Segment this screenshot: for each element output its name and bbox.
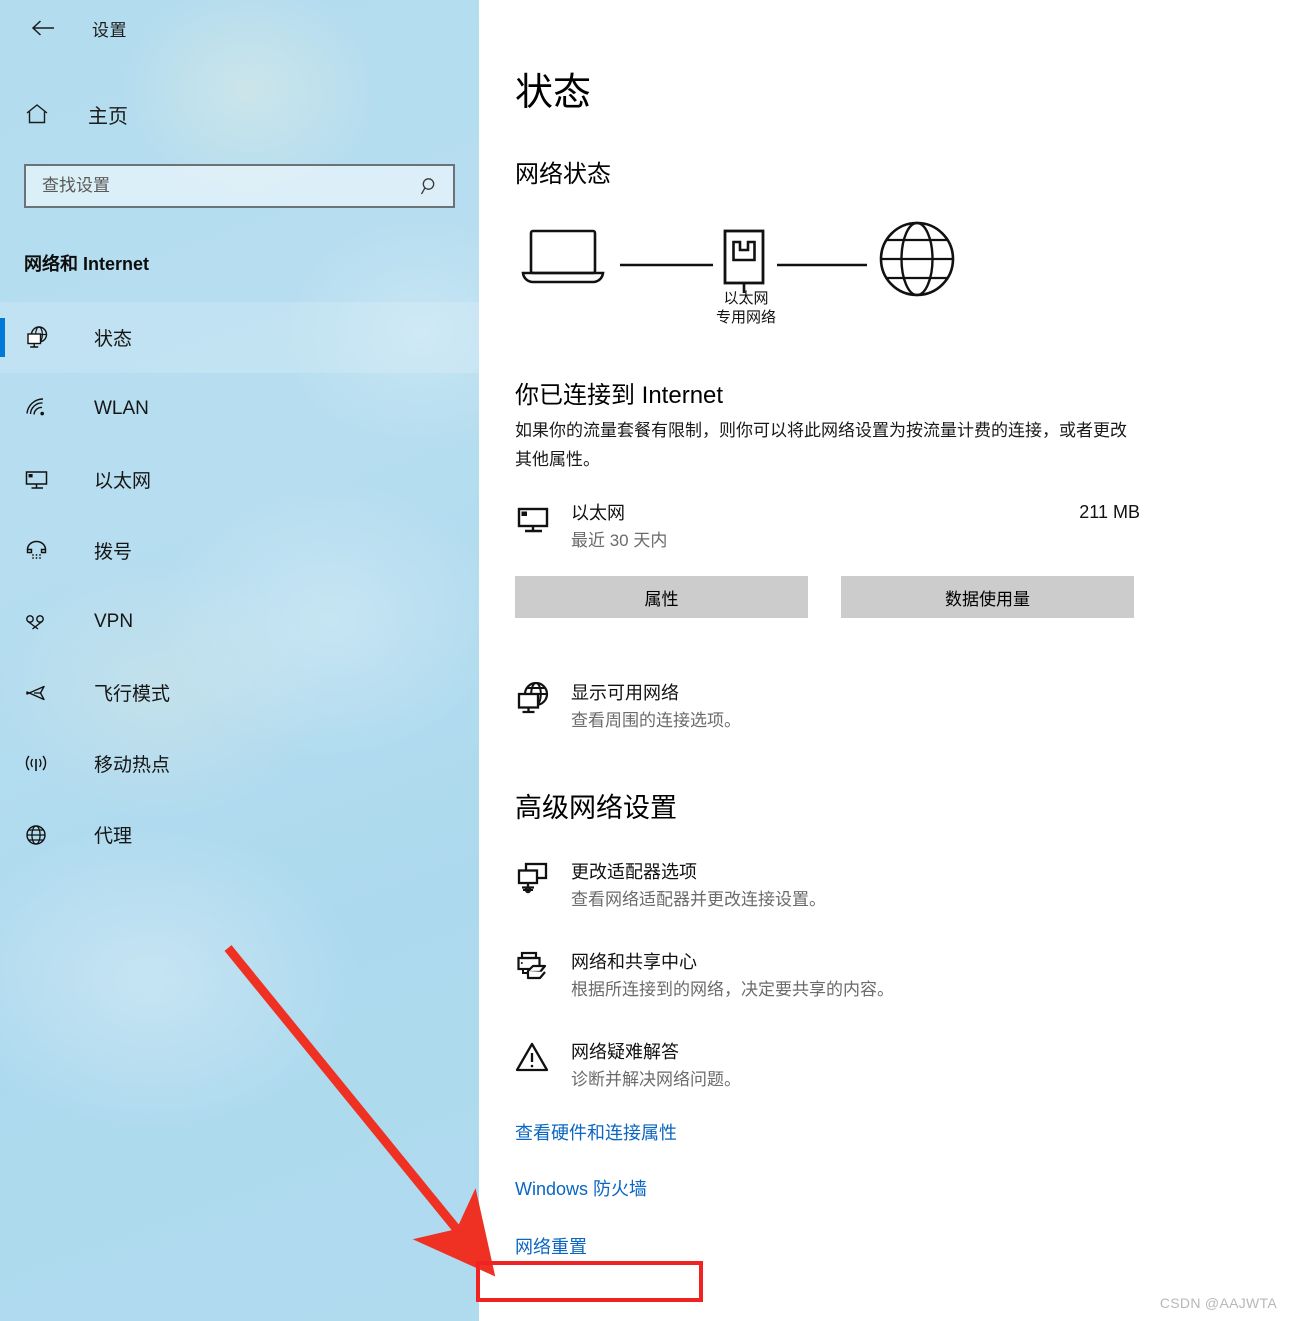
- network-diagram: 以太网 专用网络: [515, 219, 985, 349]
- dialup-icon: [24, 539, 58, 563]
- network-troubleshooter-subtitle: 诊断并解决网络问题。: [571, 1070, 741, 1089]
- sidebar-item-label: VPN: [94, 610, 134, 632]
- sidebar-item-label: 以太网: [94, 471, 152, 492]
- show-available-networks-item[interactable]: 显示可用网络 查看周围的连接选项。: [515, 680, 1155, 734]
- diagram-node-label-line2: 专用网络: [715, 309, 776, 326]
- sidebar-item-dialup[interactable]: 拨号: [0, 515, 479, 586]
- search-input[interactable]: [42, 176, 419, 196]
- sidebar-category-title: 网络和 Internet: [24, 254, 150, 274]
- network-troubleshooter-item[interactable]: 网络疑难解答 诊断并解决网络问题。: [515, 1039, 1155, 1093]
- adapter-monitor-icon: [515, 859, 571, 902]
- connection-usage: 211 MB: [1079, 502, 1140, 522]
- settings-window: 设置 主页 网络和 Internet: [0, 0, 1289, 1321]
- page-title: 状态: [515, 72, 592, 114]
- main-content: 状态 网络状态 以太网 专用网络 你已连接到 Internet 如果你的流量套餐…: [479, 0, 1289, 1321]
- back-button[interactable]: [22, 11, 64, 45]
- data-usage-button[interactable]: 数据使用量: [841, 576, 1134, 618]
- watermark: CSDN @AAJWTA: [1159, 1295, 1277, 1311]
- proxy-globe-icon: [24, 823, 58, 847]
- globe-monitor-icon: [515, 680, 571, 723]
- diagram-node-label: 以太网 专用网络: [691, 289, 801, 327]
- sidebar: 设置 主页 网络和 Internet: [0, 0, 479, 1321]
- view-hardware-properties-link[interactable]: 查看硬件和连接属性: [515, 1119, 677, 1145]
- network-status-heading: 网络状态: [515, 161, 611, 188]
- sidebar-item-status[interactable]: 状态: [0, 302, 479, 373]
- airplane-icon: [24, 681, 58, 705]
- network-sharing-center-item[interactable]: 网络和共享中心 根据所连接到的网络，决定要共享的内容。: [515, 949, 1155, 1003]
- connected-heading: 你已连接到 Internet: [515, 382, 724, 409]
- connection-actions: 属性 数据使用量: [515, 576, 1289, 618]
- sidebar-nav: 状态 WLAN 以太网 拨号 VPN 飞行模式 移动热点 代理: [0, 302, 479, 870]
- sidebar-item-label: 状态: [94, 329, 133, 350]
- connection-info: 以太网 最近 30 天内: [571, 500, 1079, 554]
- advanced-network-settings-heading: 高级网络设置: [515, 793, 677, 823]
- network-troubleshooter-title: 网络疑难解答: [571, 1042, 679, 1062]
- change-adapter-options-title: 更改适配器选项: [571, 862, 697, 882]
- network-troubleshooter-texts: 网络疑难解答 诊断并解决网络问题。: [571, 1039, 741, 1093]
- connection-period: 最近 30 天内: [571, 531, 668, 550]
- globe-icon: [879, 221, 955, 297]
- home-label: 主页: [88, 105, 128, 128]
- search-box[interactable]: [24, 164, 455, 208]
- window-title: 设置: [92, 20, 127, 40]
- change-adapter-options-subtitle: 查看网络适配器并更改连接设置。: [571, 890, 826, 909]
- search-icon[interactable]: [419, 175, 441, 197]
- printer-folder-icon: [515, 949, 571, 994]
- change-adapter-options-item[interactable]: 更改适配器选项 查看网络适配器并更改连接设置。: [515, 859, 1155, 913]
- warning-triangle-icon: [515, 1039, 571, 1082]
- sidebar-item-ethernet[interactable]: 以太网: [0, 444, 479, 515]
- show-available-networks-subtitle: 查看周围的连接选项。: [571, 711, 741, 730]
- sidebar-item-mobile-hotspot[interactable]: 移动热点: [0, 728, 479, 799]
- monitor-icon: [515, 500, 571, 543]
- network-sharing-center-texts: 网络和共享中心 根据所连接到的网络，决定要共享的内容。: [571, 949, 894, 1003]
- ethernet-icon: [24, 468, 58, 492]
- connection-name: 以太网: [571, 503, 625, 523]
- back-arrow-icon: [31, 20, 54, 36]
- properties-button[interactable]: 属性: [515, 576, 808, 618]
- home-icon: [24, 102, 54, 126]
- sidebar-item-label: 移动热点: [94, 755, 171, 776]
- window-titlebar: 设置: [0, 0, 479, 56]
- sidebar-item-label: 飞行模式: [94, 684, 171, 705]
- hotspot-icon: [24, 752, 58, 776]
- sidebar-item-proxy[interactable]: 代理: [0, 799, 479, 870]
- show-available-networks-texts: 显示可用网络 查看周围的连接选项。: [571, 680, 741, 734]
- change-adapter-options-texts: 更改适配器选项 查看网络适配器并更改连接设置。: [571, 859, 826, 913]
- sidebar-item-wlan[interactable]: WLAN: [0, 373, 479, 444]
- sidebar-item-label: WLAN: [94, 397, 149, 419]
- show-available-networks-title: 显示可用网络: [571, 683, 679, 703]
- wifi-icon: [24, 397, 58, 421]
- connected-description: 如果你的流量套餐有限制，则你可以将此网络设置为按流量计费的连接，或者更改其他属性…: [515, 421, 1127, 469]
- network-sharing-center-title: 网络和共享中心: [571, 952, 697, 972]
- diagram-node-label-line1: 以太网: [723, 290, 769, 307]
- windows-firewall-link[interactable]: Windows 防火墙: [515, 1175, 647, 1201]
- network-sharing-center-subtitle: 根据所连接到的网络，决定要共享的内容。: [571, 980, 894, 999]
- sidebar-item-home[interactable]: 主页: [0, 88, 479, 140]
- network-reset-link[interactable]: 网络重置: [515, 1233, 587, 1259]
- vpn-icon: [24, 610, 58, 634]
- sidebar-item-label: 拨号: [94, 542, 133, 563]
- sidebar-item-vpn[interactable]: VPN: [0, 586, 479, 657]
- laptop-icon: [521, 229, 605, 284]
- sidebar-item-label: 代理: [94, 826, 133, 847]
- connection-row: 以太网 最近 30 天内 211 MB: [515, 500, 1140, 554]
- globe-monitor-icon: [24, 325, 58, 351]
- sidebar-item-airplane-mode[interactable]: 飞行模式: [0, 657, 479, 728]
- ethernet-port-icon: [723, 229, 765, 293]
- highlight-box-network-reset: [476, 1261, 703, 1302]
